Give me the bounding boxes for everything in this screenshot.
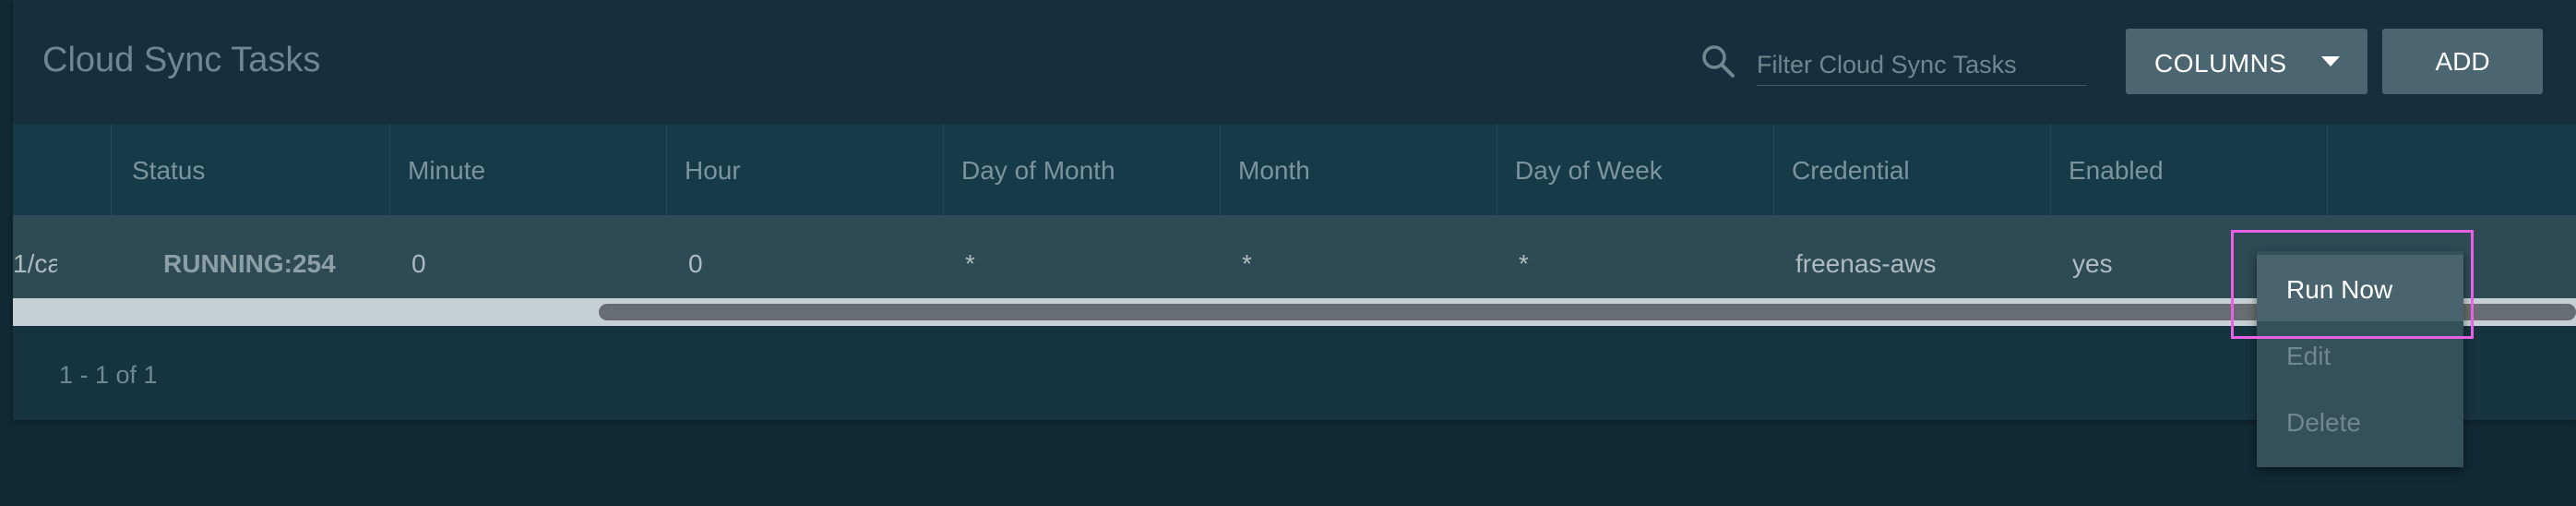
column-header-day-of-month[interactable]: Day of Month xyxy=(961,156,1115,186)
column-divider[interactable] xyxy=(111,125,112,215)
pagination-range: 1 - 1 of 1 xyxy=(59,361,158,389)
cell-path: 1/ca xyxy=(13,249,57,278)
cell-path-clip: 1/ca xyxy=(13,215,57,298)
run-now-menu-item[interactable]: Run Now xyxy=(2257,255,2463,321)
column-header-credential[interactable]: Credential xyxy=(1792,156,1910,186)
column-divider[interactable] xyxy=(2050,125,2051,215)
delete-menu-item[interactable]: Delete xyxy=(2257,388,2463,454)
page-title: Cloud Sync Tasks xyxy=(42,41,321,79)
column-divider[interactable] xyxy=(2327,125,2328,215)
column-divider[interactable] xyxy=(389,125,390,215)
column-header-day-of-week[interactable]: Day of Week xyxy=(1515,156,1663,186)
run-now-label: Run Now xyxy=(2286,275,2393,304)
table-row[interactable]: 1/ca RUNNING:254 0 0 * * * freenas-aws y… xyxy=(13,215,2576,298)
column-header-status[interactable]: Status xyxy=(132,156,205,186)
column-header-minute[interactable]: Minute xyxy=(408,156,485,186)
delete-label: Delete xyxy=(2286,408,2361,437)
column-header-month[interactable]: Month xyxy=(1238,156,1310,186)
columns-button-label: COLUMNS xyxy=(2154,49,2287,78)
add-button[interactable]: ADD xyxy=(2382,29,2543,94)
search-icon[interactable] xyxy=(1699,42,1736,79)
column-divider[interactable] xyxy=(943,125,944,215)
cell-enabled: yes xyxy=(2072,249,2113,278)
cell-day-of-month: * xyxy=(965,249,975,278)
column-header-hour[interactable]: Hour xyxy=(685,156,741,186)
cell-hour: 0 xyxy=(688,249,703,278)
edit-menu-item[interactable]: Edit xyxy=(2257,321,2463,388)
horizontal-scrollbar[interactable] xyxy=(13,298,2576,326)
row-actions-menu: Run Now Edit Delete xyxy=(2257,251,2463,467)
edit-label: Edit xyxy=(2286,342,2332,370)
cell-status: RUNNING:254 xyxy=(163,249,336,278)
table-header-row: Status Minute Hour Day of Month Month Da… xyxy=(13,125,2576,215)
column-divider[interactable] xyxy=(666,125,667,215)
cell-day-of-week: * xyxy=(1519,249,1529,278)
cell-month: * xyxy=(1242,249,1252,278)
cell-credential: freenas-aws xyxy=(1795,249,1937,278)
columns-button[interactable]: COLUMNS xyxy=(2126,29,2367,94)
cell-minute: 0 xyxy=(411,249,426,278)
caret-down-icon xyxy=(2321,56,2340,66)
column-divider[interactable] xyxy=(1773,125,1774,215)
column-header-enabled[interactable]: Enabled xyxy=(2069,156,2164,186)
filter-input[interactable] xyxy=(1757,44,2087,86)
column-divider[interactable] xyxy=(1220,125,1221,215)
